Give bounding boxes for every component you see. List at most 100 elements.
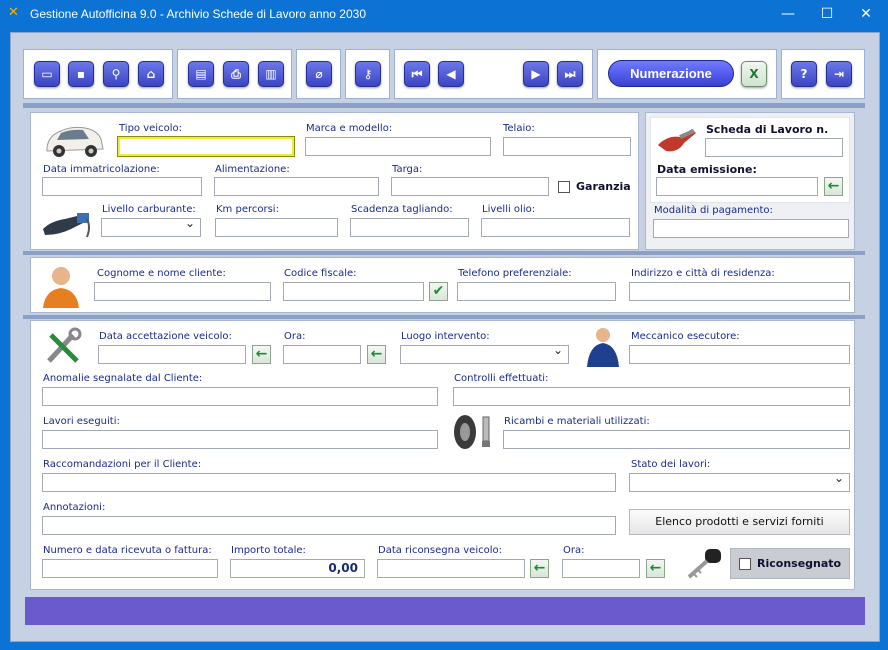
livelli-olio-label: Livelli olio:	[482, 204, 536, 215]
scadenza-tagliando-input[interactable]	[350, 218, 469, 237]
lavori-eseguiti-label: Lavori eseguiti:	[43, 416, 120, 427]
home-button[interactable]: ⌂	[138, 61, 164, 87]
marca-modello-label: Marca e modello:	[306, 123, 393, 134]
livello-carburante-select[interactable]	[101, 216, 201, 237]
close-button[interactable]: ✕	[846, 0, 886, 28]
intervento-panel: Data accettazione veicolo: ← Ora: ← Luog…	[30, 320, 855, 590]
data-accettazione-input[interactable]	[98, 345, 246, 364]
save-button[interactable]: ▪	[68, 61, 94, 87]
pdf-button[interactable]: ▥	[258, 61, 284, 87]
toolbar-group-help: ? ⇥	[781, 49, 865, 99]
toolbar-group-tools: ⚷	[345, 49, 390, 99]
alimentazione-label: Alimentazione:	[215, 164, 290, 175]
targa-label: Targa:	[392, 164, 423, 175]
set-accettazione-time-arrow-icon[interactable]: ←	[367, 345, 386, 364]
lavori-eseguiti-input[interactable]	[42, 430, 438, 449]
next-record-button[interactable]: ▶	[523, 61, 549, 87]
targa-input[interactable]	[391, 177, 549, 196]
tire-sparkplug-icon	[454, 415, 490, 449]
new-record-button[interactable]: ▭	[34, 61, 60, 87]
tipo-veicolo-input[interactable]	[117, 136, 295, 157]
search-button[interactable]: ⚲	[103, 61, 129, 87]
telaio-input[interactable]	[503, 137, 631, 156]
ricambi-input[interactable]	[503, 430, 850, 449]
codice-fiscale-label: Codice fiscale:	[284, 268, 357, 279]
data-immatricolazione-input[interactable]	[42, 177, 202, 196]
meccanico-input[interactable]	[629, 345, 850, 364]
scadenza-tagliando-label: Scadenza tagliando:	[351, 204, 453, 215]
data-emissione-input[interactable]	[656, 177, 818, 196]
data-riconsegna-label: Data riconsegna veicolo:	[378, 545, 502, 556]
data-emissione-label: Data emissione:	[657, 163, 757, 176]
marca-modello-input[interactable]	[305, 137, 491, 156]
data-riconsegna-input[interactable]	[377, 559, 525, 578]
stato-lavori-select[interactable]	[629, 471, 850, 492]
title-bar: ✕ Gestione Autofficina 9.0 - Archivio Sc…	[0, 0, 888, 28]
set-accettazione-date-arrow-icon[interactable]: ←	[252, 345, 271, 364]
previous-record-button[interactable]: ◀	[438, 61, 464, 87]
toolbar-group-print: ▤ ⎙ ▥	[177, 49, 292, 99]
last-record-button[interactable]: ⏭	[557, 61, 583, 87]
riconsegnato-box: Riconsegnato	[730, 548, 850, 579]
excel-export-button[interactable]: X	[741, 61, 767, 87]
car-icon	[46, 126, 104, 157]
stato-lavori-label: Stato dei lavori:	[631, 459, 711, 470]
first-record-button[interactable]: ⏮	[404, 61, 430, 87]
telaio-label: Telaio:	[503, 123, 535, 134]
attachment-button[interactable]: ⌀	[306, 61, 332, 87]
ora-riconsegna-input[interactable]	[562, 559, 640, 578]
set-today-arrow-icon[interactable]: ←	[824, 177, 843, 196]
maximize-button[interactable]: ☐	[807, 0, 847, 28]
alimentazione-input[interactable]	[214, 177, 379, 196]
cliente-panel: Cognome e nome cliente: Codice fiscale: …	[30, 257, 855, 313]
annotazioni-input[interactable]	[42, 516, 616, 535]
scheda-numero-input[interactable]	[705, 138, 843, 157]
riconsegnato-checkbox[interactable]	[739, 558, 751, 570]
minimize-button[interactable]: —	[768, 0, 808, 28]
telefono-input[interactable]	[457, 282, 616, 301]
car-key-icon	[687, 549, 721, 579]
annotazioni-label: Annotazioni:	[43, 502, 106, 513]
window-title: Gestione Autofficina 9.0 - Archivio Sche…	[30, 7, 367, 21]
controlli-input[interactable]	[453, 387, 850, 406]
separator	[23, 103, 865, 108]
garanzia-label: Garanzia	[576, 180, 631, 193]
print-button[interactable]: ⎙	[223, 61, 249, 87]
toolbar-group-attach: ⌀	[296, 49, 341, 99]
indirizzo-input[interactable]	[629, 282, 850, 301]
codice-fiscale-input[interactable]	[283, 282, 424, 301]
km-percorsi-input[interactable]	[215, 218, 338, 237]
luogo-intervento-select[interactable]	[400, 343, 569, 364]
luogo-intervento-label: Luogo intervento:	[401, 331, 490, 342]
vehicle-panel: Tipo veicolo: Marca e modello: Telaio: D…	[30, 112, 639, 250]
garanzia-checkbox[interactable]	[558, 181, 570, 193]
verify-codice-fiscale-check-icon[interactable]: ✔	[429, 282, 448, 301]
cognome-nome-input[interactable]	[94, 282, 271, 301]
numerazione-button[interactable]: Numerazione	[608, 60, 734, 87]
tools-button[interactable]: ⚷	[355, 61, 381, 87]
main-form: ▭ ▪ ⚲ ⌂ ▤ ⎙ ▥ ⌀ ⚷ ⏮ ◀ ▶ ⏭ Numerazione X …	[10, 32, 880, 642]
set-riconsegna-date-arrow-icon[interactable]: ←	[530, 559, 549, 578]
ricevuta-label: Numero e data ricevuta o fattura:	[43, 545, 212, 556]
riconsegnato-label: Riconsegnato	[757, 557, 842, 570]
ricevuta-input[interactable]	[42, 559, 218, 578]
anomalie-label: Anomalie segnalate dal Cliente:	[43, 373, 203, 384]
importo-totale-input[interactable]: 0,00	[230, 559, 365, 578]
anomalie-input[interactable]	[42, 387, 438, 406]
separator	[23, 315, 865, 319]
preview-button[interactable]: ▤	[188, 61, 214, 87]
set-riconsegna-time-arrow-icon[interactable]: ←	[646, 559, 665, 578]
help-button[interactable]: ?	[791, 61, 817, 87]
elenco-prodotti-button[interactable]: Elenco prodotti e servizi forniti	[629, 509, 850, 535]
ora-accettazione-input[interactable]	[283, 345, 361, 364]
livelli-olio-input[interactable]	[481, 218, 630, 237]
customer-avatar-icon	[43, 267, 79, 308]
data-immatricolazione-label: Data immatricolazione:	[43, 164, 160, 175]
toolbar-group-numbering: Numerazione X	[597, 49, 777, 99]
modalita-pagamento-input[interactable]	[653, 219, 849, 238]
exit-button[interactable]: ⇥	[826, 61, 852, 87]
modalita-pagamento-label: Modalità di pagamento:	[654, 205, 773, 216]
meccanico-label: Meccanico esecutore:	[631, 331, 740, 342]
app-window: ✕ Gestione Autofficina 9.0 - Archivio Sc…	[0, 0, 888, 650]
raccomandazioni-input[interactable]	[42, 473, 616, 492]
